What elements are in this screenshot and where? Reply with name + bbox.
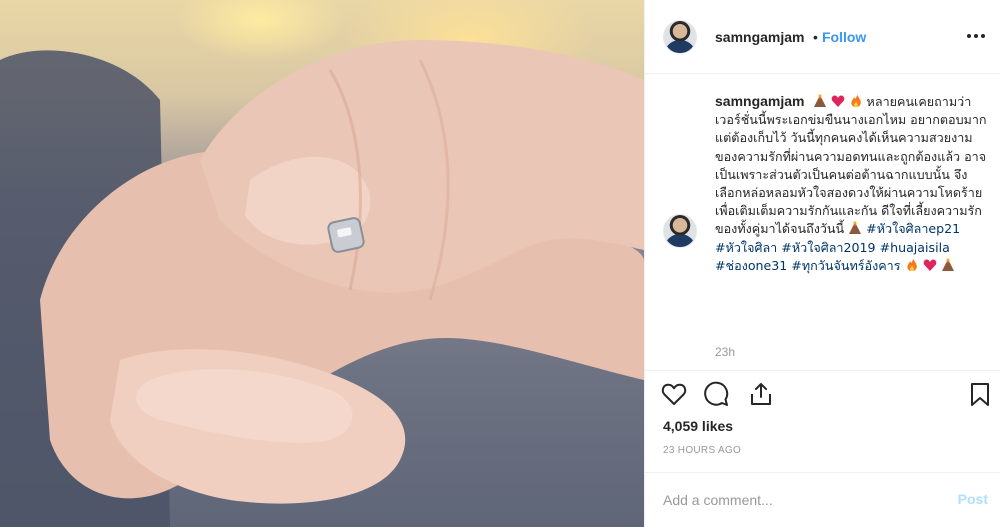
- caption-time[interactable]: 23h: [715, 345, 735, 359]
- post-image[interactable]: [0, 0, 644, 527]
- likes-count[interactable]: 4,059 likes: [663, 418, 733, 434]
- comment-icon[interactable]: [703, 381, 729, 407]
- caption: samngamjam หลายคนเคยถามว่าเวอร์ชั่นนี้พร…: [715, 92, 991, 275]
- hashtag[interactable]: #หัวใจศิลา2019: [781, 240, 875, 255]
- post-header: samngamjam • Follow: [645, 0, 1000, 74]
- heart-emoji-icon: [831, 95, 844, 107]
- comment-input[interactable]: [663, 489, 923, 511]
- hashtag[interactable]: #หัวใจศิลาep21: [866, 221, 960, 236]
- fire-emoji-icon: [850, 95, 861, 107]
- volcano-emoji-icon: [813, 94, 826, 107]
- bookmark-icon[interactable]: [967, 381, 993, 407]
- share-icon[interactable]: [748, 381, 774, 407]
- caption-username[interactable]: samngamjam: [715, 93, 804, 109]
- caption-avatar[interactable]: [663, 214, 697, 248]
- volcano-emoji-icon: [941, 258, 954, 271]
- header-username[interactable]: samngamjam: [715, 29, 804, 45]
- heart-emoji-icon: [923, 259, 936, 271]
- hashtag[interactable]: #ช่องone31: [715, 258, 787, 273]
- hashtag[interactable]: #ทุกวันจันทร์อังคาร: [791, 258, 900, 273]
- more-horizontal-icon[interactable]: [964, 26, 988, 46]
- post-comment-button[interactable]: Post: [958, 491, 988, 507]
- separator-dot: •: [813, 29, 818, 45]
- hashtag[interactable]: #huajaisila: [880, 240, 950, 255]
- avatar[interactable]: [663, 20, 697, 54]
- action-bar: [645, 370, 1000, 418]
- post-side-panel: samngamjam • Follow samngamjam หลายคนเคย…: [645, 0, 1000, 527]
- post-timestamp[interactable]: 23 HOURS AGO: [663, 445, 741, 456]
- volcano-emoji-icon: [849, 221, 862, 235]
- caption-text: หลายคนเคยถามว่าเวอร์ชั่นนี้พระเอกข่มขืนน…: [715, 94, 987, 237]
- fire-emoji-icon: [906, 258, 917, 271]
- heart-icon[interactable]: [661, 381, 687, 407]
- comment-bar: Post: [645, 472, 1000, 527]
- follow-button[interactable]: Follow: [822, 29, 866, 45]
- hands-illustration: [0, 40, 644, 527]
- hashtag[interactable]: #หัวใจศิลา: [715, 240, 777, 255]
